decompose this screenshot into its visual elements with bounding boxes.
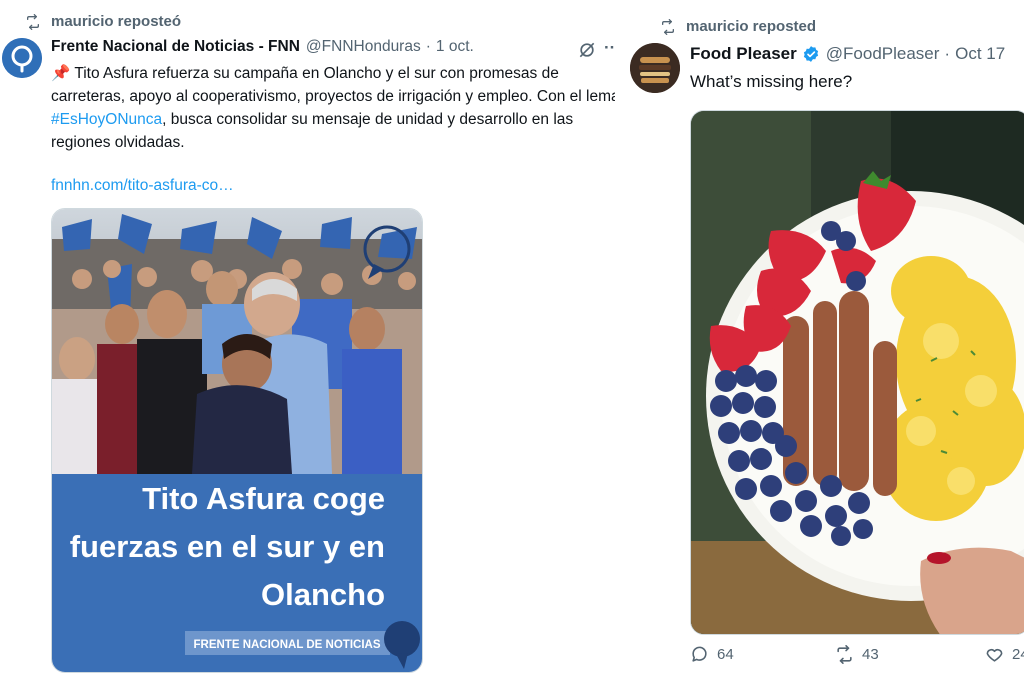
avatar[interactable] xyxy=(2,38,42,78)
heart-icon xyxy=(985,645,1004,664)
reply-button[interactable]: 64 xyxy=(690,645,734,664)
tweet-date[interactable]: 1 oct. xyxy=(436,38,474,56)
author-handle[interactable]: @FNNHonduras xyxy=(306,38,421,56)
campaign-photo: Tito Asfura coge fuerzas en el sur y en … xyxy=(52,209,422,672)
fnn-logo-icon xyxy=(2,38,42,78)
repost-label: mauricio reposteó xyxy=(51,13,182,30)
hashtag-link[interactable]: #EsHoyONunca xyxy=(51,111,162,128)
pin-icon: 📌 xyxy=(51,65,71,82)
right-tweet[interactable]: mauricio reposted Food Pleaser @FoodPlea… xyxy=(620,0,1024,683)
repost-button[interactable]: 43 xyxy=(835,644,879,664)
tweet-media-image[interactable]: Tito Asfura coge fuerzas en el sur y en … xyxy=(51,208,423,673)
separator-dot: · xyxy=(944,44,951,63)
avatar[interactable] xyxy=(630,43,680,93)
headline-line2: fuerzas en el sur y en xyxy=(70,529,385,564)
author-name[interactable]: Frente Nacional de Noticias - FNN xyxy=(51,38,300,56)
repost-indicator: mauricio reposted xyxy=(660,18,816,35)
reply-count: 64 xyxy=(717,645,734,663)
like-button[interactable]: 24 xyxy=(985,645,1024,664)
reply-icon xyxy=(690,645,709,664)
verified-badge-icon xyxy=(802,45,820,63)
repost-label: mauricio reposted xyxy=(686,18,817,35)
brand-label: FRENTE NACIONAL DE NOTICIAS xyxy=(194,639,381,651)
tweet-text: What’s missing here? xyxy=(690,72,853,91)
tweet-header: Food Pleaser @FoodPleaser · Oct 17 xyxy=(690,44,1005,64)
repost-count: 43 xyxy=(862,645,879,663)
author-name[interactable]: Food Pleaser xyxy=(690,44,797,64)
tweet-header: Frente Nacional de Noticias - FNN @FNNHo… xyxy=(51,38,474,56)
tweet-media-image[interactable] xyxy=(690,110,1024,635)
author-handle[interactable]: @FoodPleaser xyxy=(826,44,940,64)
separator-dot: · xyxy=(425,38,431,55)
like-count: 24 xyxy=(1012,645,1024,663)
breakfast-plate-photo xyxy=(691,111,1024,634)
repost-indicator: mauricio reposteó xyxy=(25,13,181,30)
repost-icon xyxy=(835,644,854,664)
headline-line1: Tito Asfura coge xyxy=(142,481,385,516)
repost-icon xyxy=(660,18,676,35)
headline-line3: Olancho xyxy=(261,577,385,612)
more-options-icon[interactable]: ·· xyxy=(604,38,615,58)
article-link[interactable]: fnnhn.com/tito-asfura-co… xyxy=(51,177,234,194)
tweet-text: 📌 Tito Asfura refuerza su campaña en Ola… xyxy=(51,62,615,154)
tweet-link-wrap: fnnhn.com/tito-asfura-co… xyxy=(51,174,234,197)
repost-icon xyxy=(25,13,41,30)
food-avatar-icon xyxy=(630,43,680,93)
tweet-text-part1: Tito Asfura refuerza su campaña en Olanc… xyxy=(51,65,615,105)
tweet-date[interactable]: Oct 17 xyxy=(955,44,1005,64)
left-tweet[interactable]: mauricio reposteó Frente Nacional de Not… xyxy=(0,0,615,683)
